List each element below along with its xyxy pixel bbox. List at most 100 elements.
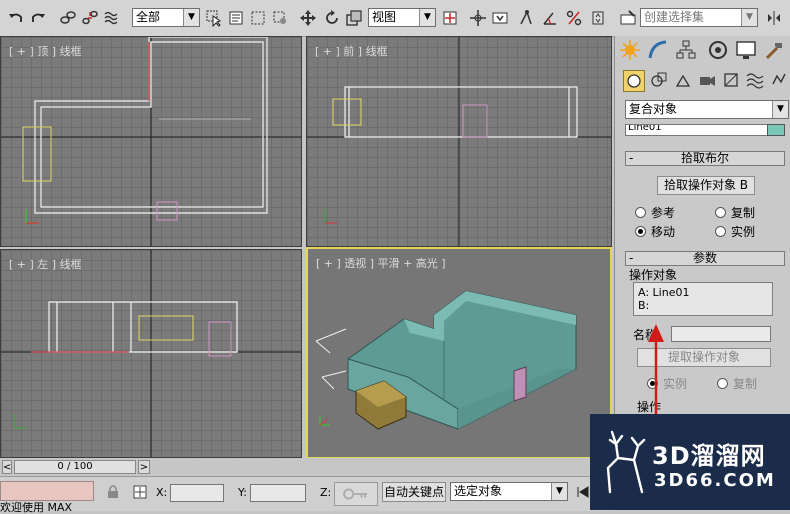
operand-b-item[interactable]: B: bbox=[638, 299, 768, 312]
left-view-wireframe bbox=[1, 250, 301, 457]
chevron-down-icon: ▼ bbox=[183, 9, 199, 26]
select-object-icon[interactable] bbox=[204, 8, 224, 28]
collapse-icon: - bbox=[629, 251, 634, 265]
percent-snap-icon[interactable] bbox=[564, 8, 584, 28]
viewport-label-front[interactable]: [ + ] 前 ] 线框 bbox=[315, 43, 388, 59]
hierarchy-tab-icon[interactable] bbox=[673, 38, 699, 60]
scale-icon[interactable] bbox=[344, 8, 364, 28]
chevron-down-icon: ▼ bbox=[741, 9, 757, 26]
time-next-button[interactable]: > bbox=[138, 460, 150, 474]
operand-a-item[interactable]: A: Line01 bbox=[638, 286, 768, 299]
pivot-center-icon[interactable] bbox=[440, 8, 460, 28]
reference-coordinate-dropdown[interactable]: 视图 ▼ bbox=[368, 8, 436, 27]
deer-logo-icon bbox=[606, 430, 646, 494]
time-slider-thumb[interactable]: 0 / 100 bbox=[14, 460, 136, 474]
coord-system-value: 视图 bbox=[372, 10, 397, 24]
y-coordinate-field[interactable] bbox=[250, 484, 306, 502]
collapse-icon: - bbox=[629, 151, 634, 165]
object-category-dropdown[interactable]: 复合对象 ▼ bbox=[625, 100, 789, 119]
parameters-title: 参数 bbox=[692, 251, 717, 265]
radio-label: 复制 bbox=[731, 206, 756, 220]
select-and-link-icon[interactable] bbox=[58, 8, 78, 28]
create-tab-icon[interactable] bbox=[617, 38, 643, 60]
shapes-category-icon[interactable] bbox=[649, 70, 671, 92]
extract-operand-label: 提取操作对象 bbox=[667, 350, 740, 364]
radio-instance[interactable]: 实例 bbox=[715, 223, 755, 240]
absolute-mode-icon[interactable] bbox=[132, 484, 148, 500]
lights-category-icon[interactable] bbox=[673, 70, 695, 92]
edit-named-selection-icon[interactable] bbox=[618, 8, 638, 28]
frame-counter: 0 / 100 bbox=[57, 461, 93, 472]
pick-boolean-rollout-header[interactable]: - 拾取布尔 bbox=[625, 151, 785, 166]
parameters-rollout-header[interactable]: - 参数 bbox=[625, 251, 785, 266]
named-selection-placeholder: 创建选择集 bbox=[644, 10, 705, 24]
keyboard-shortcut-override-icon[interactable] bbox=[490, 8, 510, 28]
watermark-logo: 3D溜溜网 3D66.COM bbox=[590, 414, 790, 510]
viewport-perspective[interactable]: [ + ] 透视 ] 平滑 + 高光 ] bbox=[306, 247, 612, 459]
named-selection-sets-dropdown[interactable]: 创建选择集 ▼ bbox=[640, 8, 758, 27]
radio-dot bbox=[635, 207, 646, 218]
operand-name-input[interactable] bbox=[671, 326, 771, 342]
motion-tab-icon[interactable] bbox=[705, 38, 731, 60]
object-name-value: Line01 bbox=[628, 124, 662, 133]
viewport-label-perspective[interactable]: [ + ] 透视 ] 平滑 + 高光 ] bbox=[316, 255, 446, 271]
lock-icon[interactable] bbox=[106, 485, 120, 499]
time-prev-button[interactable]: < bbox=[2, 460, 12, 474]
bind-space-warp-icon[interactable] bbox=[102, 8, 122, 28]
snaps-toggle-icon[interactable] bbox=[516, 8, 536, 28]
selection-filter-value: 全部 bbox=[136, 10, 161, 24]
status-bar: 欢迎使用 MAX X: Y: Z: 自动关键点 选定对象 ▼ bbox=[0, 476, 614, 513]
mirror-icon[interactable] bbox=[764, 8, 784, 28]
redo-icon[interactable] bbox=[28, 8, 48, 28]
set-key-icon[interactable] bbox=[334, 482, 378, 506]
radio-copy[interactable]: 复制 bbox=[715, 204, 755, 221]
select-and-manipulate-icon[interactable] bbox=[468, 8, 488, 28]
radio-label: 移动 bbox=[651, 225, 676, 239]
viewport-label-top[interactable]: [ + ] 顶 ] 线框 bbox=[9, 43, 82, 59]
auto-key-label: 自动关键点 bbox=[383, 485, 444, 499]
maxscript-listener-mini[interactable] bbox=[0, 481, 94, 501]
spinner-snap-icon[interactable] bbox=[588, 8, 608, 28]
object-name-field[interactable]: Line01 bbox=[625, 124, 779, 136]
key-filter-dropdown[interactable]: 选定对象 ▼ bbox=[450, 482, 568, 501]
angle-snap-icon[interactable] bbox=[540, 8, 560, 28]
rotate-icon[interactable] bbox=[322, 8, 342, 28]
viewport-label-left[interactable]: [ + ] 左 ] 线框 bbox=[9, 256, 82, 272]
utilities-tab-icon[interactable] bbox=[761, 38, 787, 60]
radio-extract-copy[interactable]: 复制 bbox=[717, 375, 757, 392]
viewport-front[interactable]: [ + ] 前 ] 线框 bbox=[306, 36, 612, 247]
viewport-top[interactable]: [ + ] 顶 ] 线框 bbox=[0, 36, 302, 247]
window-crossing-icon[interactable] bbox=[270, 8, 290, 28]
rectangular-selection-region-icon[interactable] bbox=[248, 8, 268, 28]
systems-category-icon[interactable] bbox=[769, 70, 790, 92]
z-label: Z: bbox=[320, 486, 332, 499]
unlink-selection-icon[interactable] bbox=[80, 8, 100, 28]
radio-label: 复制 bbox=[733, 377, 758, 391]
go-to-start-icon[interactable] bbox=[576, 485, 590, 499]
auto-key-button[interactable]: 自动关键点 bbox=[382, 482, 446, 502]
radio-dot bbox=[715, 226, 726, 237]
geometry-category-icon[interactable] bbox=[623, 70, 645, 92]
pick-operand-b-button[interactable]: 拾取操作对象 B bbox=[657, 176, 755, 195]
object-color-swatch[interactable] bbox=[767, 124, 785, 136]
viewport-left[interactable]: [ + ] 左 ] 线框 bbox=[0, 249, 302, 458]
select-by-name-icon[interactable] bbox=[226, 8, 246, 28]
radio-reference[interactable]: 参考 bbox=[635, 204, 675, 221]
helpers-category-icon[interactable] bbox=[721, 70, 743, 92]
undo-icon[interactable] bbox=[6, 8, 26, 28]
radio-move[interactable]: 移动 bbox=[635, 223, 675, 240]
move-icon[interactable] bbox=[298, 8, 318, 28]
x-coordinate-field[interactable] bbox=[170, 484, 224, 502]
operands-list[interactable]: A: Line01 B: bbox=[633, 282, 773, 316]
modify-tab-icon[interactable] bbox=[645, 38, 671, 60]
cameras-category-icon[interactable] bbox=[697, 70, 719, 92]
display-tab-icon[interactable] bbox=[733, 38, 759, 60]
space-warps-category-icon[interactable] bbox=[745, 70, 767, 92]
radio-label: 实例 bbox=[731, 225, 756, 239]
object-category-value: 复合对象 bbox=[629, 102, 678, 116]
time-slider[interactable]: < 0 / 100 > bbox=[0, 458, 614, 476]
pick-operand-b-label: 拾取操作对象 B bbox=[663, 178, 749, 192]
radio-dot bbox=[715, 207, 726, 218]
main-toolbar: 全部 ▼ 视图 ▼ 创建选择集 ▼ bbox=[0, 0, 790, 37]
selection-filter-dropdown[interactable]: 全部 ▼ bbox=[132, 8, 200, 27]
